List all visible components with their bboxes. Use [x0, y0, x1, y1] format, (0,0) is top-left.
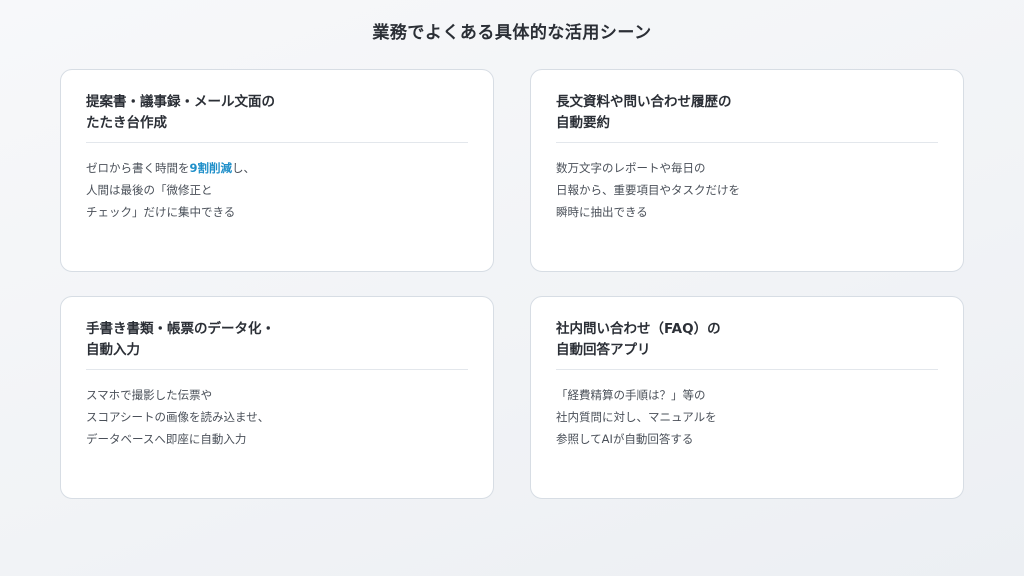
- card-title: 長文資料や問い合わせ履歴の 自動要約: [556, 92, 938, 134]
- card-title: 社内問い合わせ（FAQ）の 自動回答アプリ: [556, 319, 938, 361]
- card-description: 「経費精算の手順は？」等の 社内質問に対し、マニュアルを 参照してAIが自動回答…: [556, 384, 938, 450]
- card-divider: [86, 369, 468, 370]
- card-description-line: 参照してAIが自動回答する: [556, 432, 694, 446]
- use-case-card-digitization: 手書き書類・帳票のデータ化・ 自動入力 スマホで撮影した伝票や スコアシートの画…: [60, 296, 494, 499]
- page-title: 業務でよくある具体的な活用シーン: [372, 23, 652, 43]
- card-description-line: 「経費精算の手順は？」等の: [556, 388, 706, 402]
- card-description: ゼロから書く時間を9割削減し、 人間は最後の「微修正と チェック」だけに集中でき…: [86, 157, 468, 223]
- card-title-line: 手書き書類・帳票のデータ化・: [86, 321, 275, 337]
- use-case-card-drafting: 提案書・議事録・メール文面の たたき台作成 ゼロから書く時間を9割削減し、 人間…: [60, 69, 494, 272]
- card-description-line: 瞬時に抽出できる: [556, 205, 648, 219]
- card-title: 提案書・議事録・メール文面の たたき台作成: [86, 92, 468, 134]
- use-case-card-summarization: 長文資料や問い合わせ履歴の 自動要約 数万文字のレポートや毎日の 日報から、重要…: [530, 69, 964, 272]
- card-title-line: 提案書・議事録・メール文面の: [86, 94, 275, 110]
- card-title-line: 自動入力: [86, 342, 140, 358]
- card-description-line: 社内質問に対し、マニュアルを: [556, 410, 717, 424]
- highlight-text: 9割削減: [189, 161, 233, 175]
- card-description: 数万文字のレポートや毎日の 日報から、重要項目やタスクだけを 瞬時に抽出できる: [556, 157, 938, 223]
- card-description-line: 日報から、重要項目やタスクだけを: [556, 183, 740, 197]
- card-title: 手書き書類・帳票のデータ化・ 自動入力: [86, 319, 468, 361]
- card-description-text: ゼロから書く時間を: [86, 161, 190, 175]
- card-divider: [556, 369, 938, 370]
- card-description-line: 数万文字のレポートや毎日の: [556, 161, 706, 175]
- card-description-text: し、: [232, 161, 256, 175]
- card-divider: [86, 142, 468, 143]
- card-title-line: 社内問い合わせ（FAQ）の: [556, 321, 721, 337]
- use-case-card-faq: 社内問い合わせ（FAQ）の 自動回答アプリ 「経費精算の手順は？」等の 社内質問…: [530, 296, 964, 499]
- card-title-line: 自動回答アプリ: [556, 342, 651, 358]
- card-description-line: データベースへ即座に自動入力: [86, 432, 247, 446]
- card-description-line: スコアシートの画像を読み込ませ、: [86, 410, 270, 424]
- card-description-line: チェック」だけに集中できる: [86, 205, 236, 219]
- card-description-line: 人間は最後の「微修正と: [86, 183, 213, 197]
- card-description: スマホで撮影した伝票や スコアシートの画像を読み込ませ、 データベースへ即座に自…: [86, 384, 468, 450]
- card-description-line: ゼロから書く時間を9割削減し、: [86, 157, 468, 179]
- card-title-line: たたき台作成: [86, 115, 167, 131]
- card-title-line: 自動要約: [556, 115, 610, 131]
- card-title-line: 長文資料や問い合わせ履歴の: [556, 94, 732, 110]
- card-divider: [556, 142, 938, 143]
- card-description-line: スマホで撮影した伝票や: [86, 388, 213, 402]
